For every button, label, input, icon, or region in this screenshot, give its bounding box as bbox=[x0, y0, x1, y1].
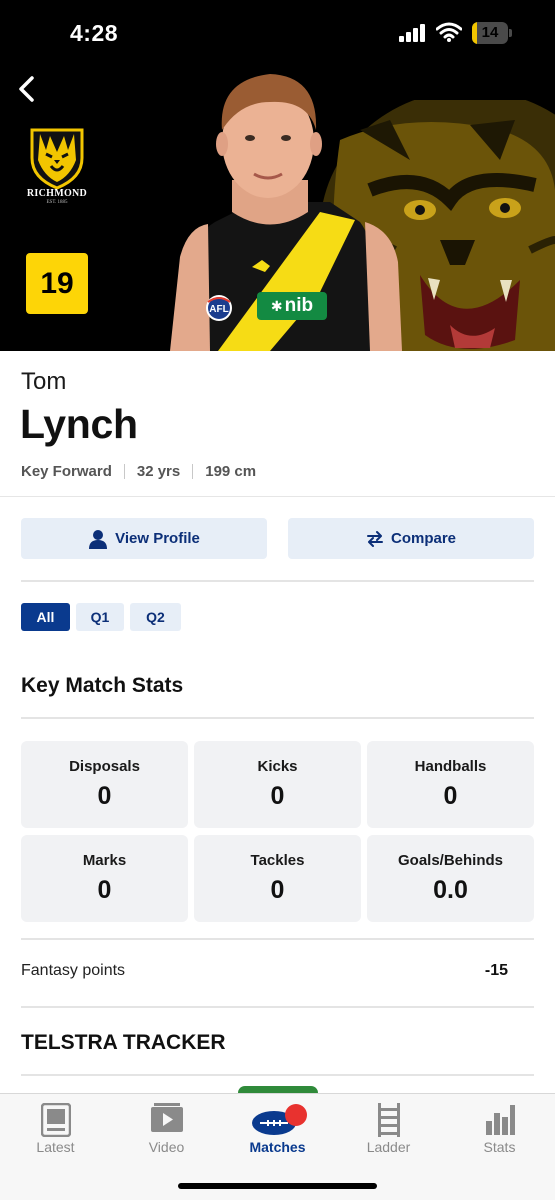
wifi-icon bbox=[436, 22, 462, 42]
player-height: 199 cm bbox=[205, 463, 257, 480]
tracker-field-preview bbox=[238, 1086, 318, 1093]
player-position: Key Forward bbox=[21, 463, 112, 480]
tab-video[interactable]: Video bbox=[111, 1094, 222, 1164]
football-icon bbox=[251, 1104, 307, 1135]
compare-button[interactable]: Compare bbox=[288, 518, 534, 559]
news-icon bbox=[40, 1103, 71, 1137]
tab-all[interactable]: All bbox=[21, 603, 70, 631]
stat-value: 0 bbox=[270, 876, 285, 904]
status-time: 4:28 bbox=[70, 20, 119, 46]
divider bbox=[21, 717, 534, 719]
player-hero: AFL ✱ nib 4:28 14 RICHMOND EST. 1885 19 bbox=[0, 0, 555, 351]
stat-label: Handballs bbox=[414, 758, 487, 775]
player-last-name: Lynch bbox=[20, 401, 138, 447]
battery-indicator: 14 bbox=[472, 22, 512, 44]
tab-label: Latest bbox=[36, 1139, 75, 1155]
cellular-signal-icon bbox=[399, 24, 425, 42]
stat-value: 0 bbox=[270, 782, 285, 810]
stat-value: 0.0 bbox=[433, 876, 468, 904]
stat-label: Kicks bbox=[257, 758, 298, 775]
stat-value: 0 bbox=[97, 876, 112, 904]
swap-arrows-icon bbox=[366, 530, 383, 547]
battery-tip bbox=[509, 29, 512, 37]
divider bbox=[21, 938, 534, 940]
tab-label: Video bbox=[148, 1139, 185, 1155]
stat-value: 0 bbox=[443, 782, 458, 810]
battery-level-text: 14 bbox=[481, 24, 499, 41]
player-age: 32 yrs bbox=[136, 463, 181, 480]
person-icon bbox=[89, 529, 108, 549]
tab-label: Stats bbox=[483, 1139, 516, 1155]
notification-dot bbox=[284, 1104, 307, 1126]
stat-tile-handballs: Handballs 0 bbox=[367, 741, 534, 828]
battery-body: 14 bbox=[472, 22, 508, 44]
svg-text:AFL: AFL bbox=[209, 304, 228, 315]
fantasy-points-value: -15 bbox=[484, 962, 508, 979]
tab-matches[interactable]: Matches bbox=[222, 1094, 333, 1164]
bar-chart-icon bbox=[485, 1105, 515, 1135]
fantasy-points-label: Fantasy points bbox=[21, 962, 126, 979]
stat-label: Goals/Behinds bbox=[397, 852, 504, 869]
sponsor-logo: ✱ nib bbox=[257, 292, 327, 320]
divider bbox=[21, 1006, 534, 1008]
telstra-tracker-title: TELSTRA TRACKER bbox=[21, 1031, 226, 1054]
stat-label: Marks bbox=[82, 852, 127, 869]
tab-ladder[interactable]: Ladder bbox=[333, 1094, 444, 1164]
view-profile-label: View Profile bbox=[115, 530, 200, 547]
tab-q2[interactable]: Q2 bbox=[130, 603, 181, 631]
stat-value: 0 bbox=[97, 782, 112, 810]
key-match-stats-title: Key Match Stats bbox=[21, 674, 184, 697]
meta-divider bbox=[123, 464, 125, 479]
stat-tile-disposals: Disposals 0 bbox=[21, 741, 188, 828]
player-meta: Key Forward 32 yrs 199 cm bbox=[21, 463, 256, 480]
stat-tile-goals-behinds: Goals/Behinds 0.0 bbox=[367, 835, 534, 922]
jersey-number-badge: 19 bbox=[26, 253, 88, 314]
back-button[interactable] bbox=[10, 72, 42, 106]
home-indicator bbox=[178, 1183, 377, 1189]
stat-tile-tackles: Tackles 0 bbox=[194, 835, 361, 922]
ladder-icon bbox=[377, 1103, 400, 1137]
divider bbox=[21, 580, 534, 582]
video-icon bbox=[150, 1103, 183, 1132]
divider bbox=[21, 1074, 534, 1076]
player-first-name: Tom bbox=[21, 368, 67, 395]
tab-label: Matches bbox=[249, 1139, 306, 1155]
tab-stats[interactable]: Stats bbox=[444, 1094, 555, 1164]
status-bar: 4:28 14 bbox=[0, 0, 555, 64]
sponsor-name: nib bbox=[284, 295, 314, 316]
tab-label: Ladder bbox=[366, 1139, 411, 1155]
stat-label: Disposals bbox=[69, 758, 140, 775]
club-name: RICHMOND bbox=[26, 188, 88, 199]
tab-latest[interactable]: Latest bbox=[0, 1094, 111, 1164]
tab-q1[interactable]: Q1 bbox=[76, 603, 124, 631]
divider bbox=[0, 496, 555, 497]
stat-label: Tackles bbox=[250, 852, 305, 869]
compare-label: Compare bbox=[390, 530, 457, 547]
club-established: EST. 1885 bbox=[46, 200, 68, 205]
stat-tile-marks: Marks 0 bbox=[21, 835, 188, 922]
chevron-left-icon bbox=[19, 76, 34, 102]
view-profile-button[interactable]: View Profile bbox=[21, 518, 267, 559]
sponsor-star-icon: ✱ bbox=[270, 297, 283, 314]
stat-tile-kicks: Kicks 0 bbox=[194, 741, 361, 828]
meta-divider bbox=[192, 464, 194, 479]
